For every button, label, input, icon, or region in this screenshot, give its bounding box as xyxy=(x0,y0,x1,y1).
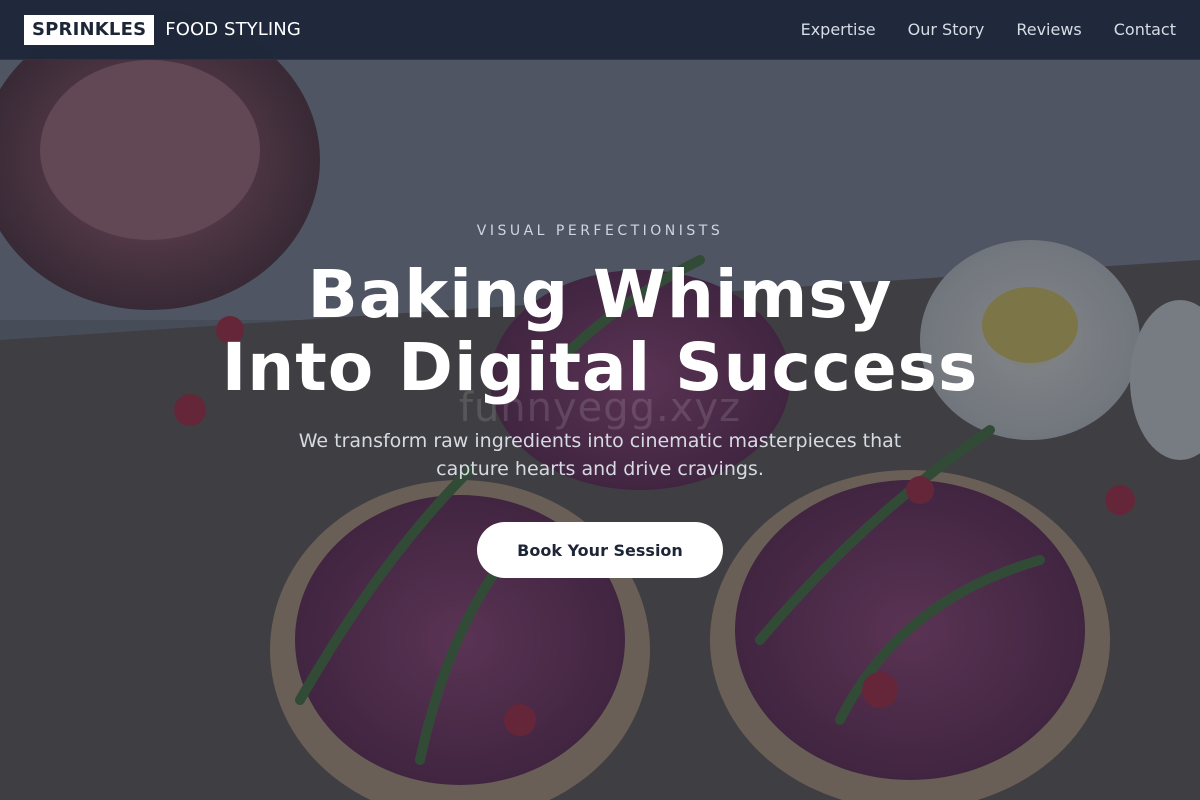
hero-headline-line1: Baking Whimsy xyxy=(307,256,893,333)
brand-logo[interactable]: SPRINKLES FOOD STYLING xyxy=(24,14,301,45)
nav-link-our-story[interactable]: Our Story xyxy=(908,20,985,39)
logo-wordmark-text: FOOD STYLING xyxy=(165,19,301,40)
nav-link-expertise[interactable]: Expertise xyxy=(801,20,876,39)
nav-links: Expertise Our Story Reviews Contact xyxy=(801,20,1176,39)
top-navbar: SPRINKLES FOOD STYLING Expertise Our Sto… xyxy=(0,0,1200,60)
book-session-button[interactable]: Book Your Session xyxy=(477,522,723,578)
watermark-text: funnyegg.xyz xyxy=(458,385,742,431)
nav-link-reviews[interactable]: Reviews xyxy=(1016,20,1081,39)
hero-subheading: We transform raw ingredients into cinema… xyxy=(298,430,902,480)
hero-content: VISUAL PERFECTIONISTS Baking Whimsy Into… xyxy=(0,0,1200,800)
hero-eyebrow: VISUAL PERFECTIONISTS xyxy=(476,223,724,239)
hero-headline: Baking Whimsy Into Digital Success xyxy=(0,258,1200,404)
logo-wordmark-box: SPRINKLES xyxy=(24,14,155,45)
nav-link-contact[interactable]: Contact xyxy=(1114,20,1176,39)
